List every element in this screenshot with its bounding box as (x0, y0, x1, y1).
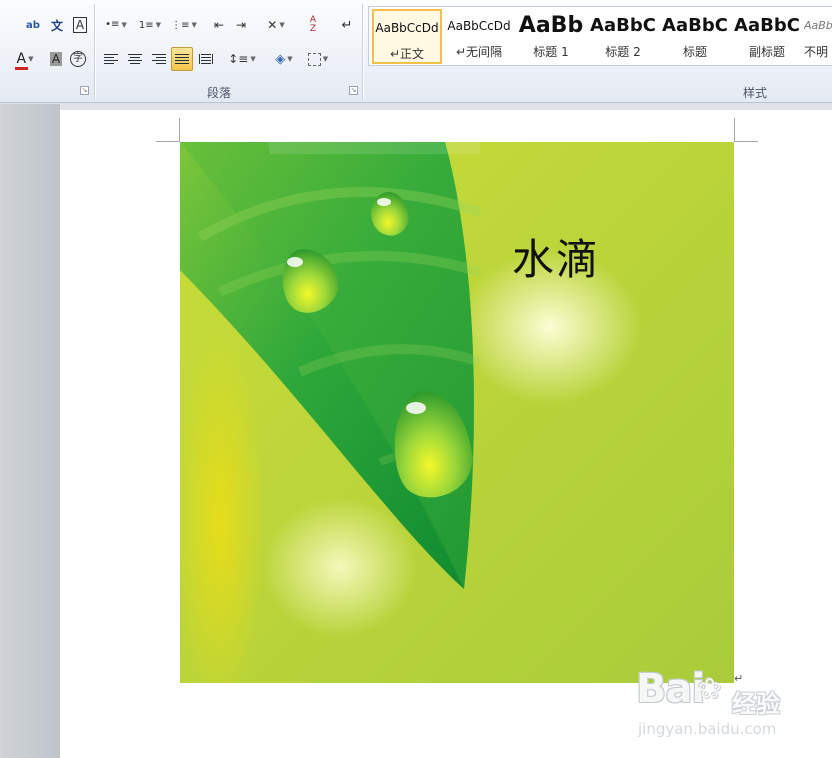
line-spacing-button[interactable]: ↕≡ ▼ (226, 48, 258, 70)
font-color-bar (14, 67, 29, 70)
styles-gallery: AaBbCcDd ↵正文 AaBbCcDd ↵无间隔 AaBb 标题 1 AaB… (368, 6, 832, 66)
baidu-jingyan-watermark: Bai ❀ 经验 jingyan.baidu.com (636, 666, 796, 746)
style-no-spacing[interactable]: AaBbCcDd ↵无间隔 (444, 9, 514, 64)
paragraph-mark-icon: ↵ (341, 17, 353, 33)
justify-button[interactable] (171, 47, 193, 71)
style-sample: AaBbC (734, 15, 800, 36)
style-name: ↵无间隔 (455, 45, 503, 59)
group-separator (94, 4, 95, 100)
style-sample: AaBbCcDd (447, 19, 511, 33)
style-name: 标题 2 (605, 45, 641, 59)
bullets-icon: •≡ (105, 19, 120, 30)
style-title[interactable]: AaBbC 标题 (660, 9, 730, 64)
justify-icon (175, 54, 189, 64)
style-sample: AaBb (518, 13, 584, 38)
font-color-icon: A (14, 51, 29, 70)
style-sample: AaBbC (590, 15, 656, 36)
character-border-button[interactable]: A (70, 14, 90, 36)
sort-button[interactable]: AZ (302, 14, 324, 36)
numbering-icon: 1≡ (138, 19, 154, 31)
water-drop-picture[interactable]: 水滴 (180, 142, 734, 683)
styles-group-label: 样式 (743, 86, 768, 100)
align-center-button[interactable] (124, 48, 146, 70)
crop-mark (734, 141, 758, 142)
enclose-characters-icon: 字 (70, 51, 86, 67)
numbering-button[interactable]: 1≡ ▼ (134, 14, 166, 36)
increase-indent-icon: ⇥ (235, 18, 247, 32)
enclose-characters-button[interactable]: 字 (68, 48, 88, 70)
paragraph-dialog-launcher-icon[interactable]: ↘ (349, 86, 358, 95)
chinese-layout-icon: ✕ (267, 18, 278, 32)
phonetic-guide-button[interactable]: ab (22, 14, 44, 36)
style-name: 标题 (682, 45, 707, 59)
style-name: 标题 1 (533, 45, 569, 59)
phonetic-guide-icon: ab (26, 19, 40, 31)
chevron-down-icon: ▼ (287, 55, 293, 63)
chevron-down-icon: ▼ (250, 55, 256, 63)
multilevel-list-icon: ⋮≡ (171, 19, 190, 31)
align-right-icon (152, 54, 166, 64)
bullets-button[interactable]: •≡ ▼ (100, 14, 132, 36)
sort-az-icon: AZ (309, 15, 317, 34)
watermark-url: jingyan.baidu.com (638, 720, 777, 738)
shading-button[interactable]: ◈ ▼ (268, 48, 300, 70)
align-right-button[interactable] (148, 48, 170, 70)
ribbon: ab 文 A A ▼ A 字 •≡ ▼ 1≡ ▼ ⋮≡ ▼ ⇤ ⇥ ✕ ▼ AZ ↵ (0, 0, 832, 103)
distributed-icon (199, 54, 213, 64)
chevron-down-icon: ▼ (155, 21, 162, 29)
line-spacing-icon: ↕≡ (228, 52, 249, 66)
chevron-down-icon: ▼ (279, 21, 285, 29)
distributed-button[interactable] (195, 48, 217, 70)
multilevel-list-button[interactable]: ⋮≡ ▼ (168, 14, 200, 36)
decrease-indent-icon: ⇤ (213, 18, 225, 32)
decrease-indent-button[interactable]: ⇤ (208, 14, 230, 36)
font-dialog-launcher-icon[interactable]: ↘ (80, 86, 89, 95)
wen-icon: 文 (50, 18, 63, 33)
paw-icon: ❀ (698, 672, 722, 705)
leaf-graphic (180, 142, 482, 589)
crop-mark (156, 141, 180, 142)
picture-title: 水滴 (512, 235, 601, 284)
borders-icon (307, 52, 321, 66)
align-left-icon (104, 54, 118, 64)
show-marks-button[interactable]: ↵ (336, 14, 358, 36)
style-sample: AaBbCcDd (375, 21, 439, 35)
paragraph-group-label: 段落 (207, 86, 232, 100)
increase-indent-button[interactable]: ⇥ (230, 14, 252, 36)
character-border-icon: A (72, 17, 88, 33)
style-heading-1[interactable]: AaBb 标题 1 (516, 9, 586, 64)
style-subtle-emphasis[interactable]: AaBb 不明 (804, 9, 832, 64)
crop-mark (734, 118, 735, 142)
chevron-down-icon: ▼ (322, 55, 329, 63)
crop-mark (179, 118, 180, 142)
wen-icon-button[interactable]: 文 (46, 14, 68, 36)
style-name: ↵正文 (389, 47, 425, 61)
style-name: 不明 (804, 45, 829, 59)
style-heading-2[interactable]: AaBbC 标题 2 (588, 9, 658, 64)
watermark-brand: Bai (636, 666, 705, 712)
font-color-button[interactable]: A ▼ (8, 48, 42, 70)
paint-bucket-icon: ◈ (275, 51, 286, 67)
style-subtitle[interactable]: AaBbC 副标题 (732, 9, 802, 64)
style-sample: AaBbC (662, 15, 728, 36)
align-center-icon (128, 54, 142, 64)
style-normal[interactable]: AaBbCcDd ↵正文 (372, 9, 442, 64)
watermark-brand-cn: 经验 (732, 690, 780, 718)
borders-button[interactable]: ▼ (302, 48, 334, 70)
character-shading-button[interactable]: A (46, 48, 66, 70)
chevron-down-icon: ▼ (28, 55, 34, 63)
align-left-button[interactable] (100, 48, 122, 70)
character-shading-icon: A (49, 52, 63, 66)
style-name: 副标题 (748, 45, 785, 59)
left-gutter (0, 104, 60, 758)
group-separator (362, 4, 363, 100)
chevron-down-icon: ▼ (121, 21, 127, 29)
chinese-layout-button[interactable]: ✕ ▼ (260, 14, 292, 36)
chevron-down-icon: ▼ (191, 21, 197, 29)
style-sample: AaBb (804, 19, 832, 32)
